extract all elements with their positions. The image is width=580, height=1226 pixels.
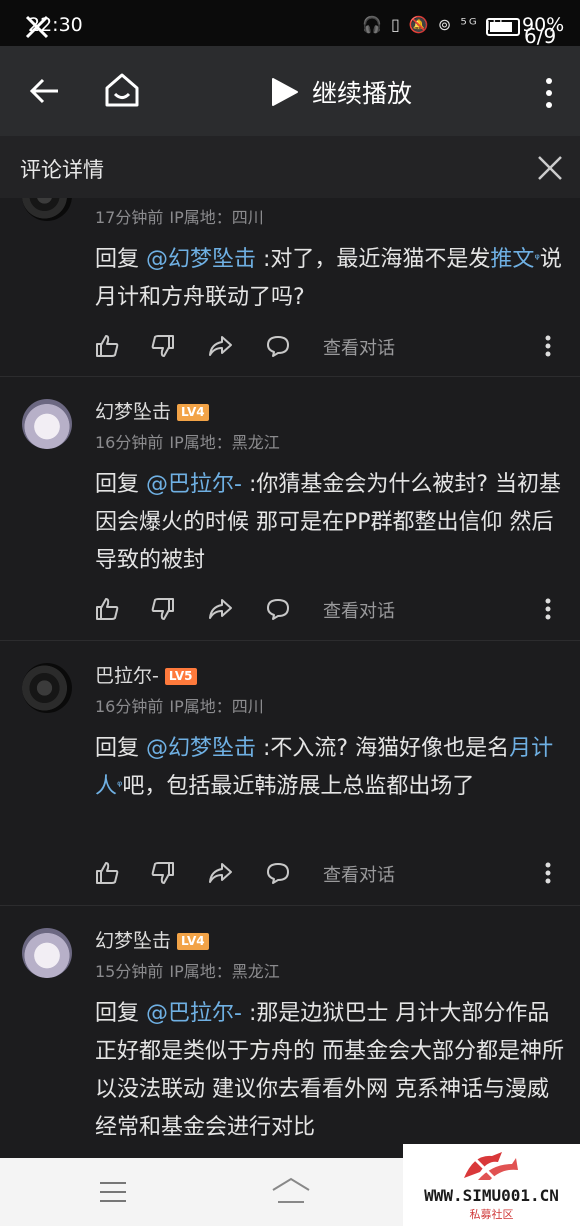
view-conversation-button[interactable]: 查看对话 (323, 334, 395, 360)
avatar[interactable] (22, 663, 72, 713)
comment-meta: 15分钟前 IP属地：黑龙江 (95, 962, 280, 981)
mention-link[interactable]: @巴拉尔- (146, 1001, 242, 1026)
username[interactable]: 幻梦坠击 LV4 (95, 926, 209, 953)
level-badge: LV4 (177, 933, 209, 950)
top-app-bar: 继续播放 (0, 46, 580, 136)
reply-icon[interactable] (265, 860, 291, 886)
watermark-subtitle: 私募社区 (469, 1208, 514, 1221)
mention-link[interactable]: @幻梦坠击 (146, 736, 256, 761)
comment-list[interactable]: 17分钟前 IP属地：四川 回复 @幻梦坠击 :对了，最近海猫不是发推文ᵠ说月计和… (0, 198, 580, 1158)
comment-meta: 16分钟前 IP属地：四川 (95, 697, 264, 716)
page-counter: 6/9 (524, 24, 557, 48)
like-icon[interactable] (94, 596, 120, 622)
comment-body[interactable]: 回复 @巴拉尔- :那是边狱巴士 月计大部分作品正好都是类似于方舟的 而基金会大… (95, 995, 565, 1147)
comment-item: 巴拉尔- LV5 16分钟前 IP属地：四川 回复 @幻梦坠击 :不入流? 海猫好像… (0, 641, 580, 906)
menu-icon[interactable] (98, 1180, 128, 1204)
dislike-icon[interactable] (150, 596, 176, 622)
back-arrow-icon[interactable] (28, 74, 62, 108)
comment-actions: 查看对话 (94, 333, 564, 363)
comment-item: 幻梦坠击 LV4 16分钟前 IP属地：黑龙江 回复 @巴拉尔- :你猜基金会为什么… (0, 377, 580, 641)
more-vertical-icon[interactable] (538, 76, 560, 110)
close-overlay-icon[interactable] (24, 14, 50, 40)
reply-icon[interactable] (265, 333, 291, 359)
avatar[interactable] (22, 198, 72, 221)
comment-item: 17分钟前 IP属地：四川 回复 @幻梦坠击 :对了，最近海猫不是发推文ᵠ说月计和… (0, 198, 580, 377)
home-icon[interactable] (102, 70, 142, 110)
view-conversation-button[interactable]: 查看对话 (323, 861, 395, 887)
username[interactable]: 幻梦坠击 LV4 (95, 397, 209, 424)
play-icon[interactable] (268, 76, 300, 108)
share-icon[interactable] (207, 596, 233, 622)
share-icon[interactable] (207, 860, 233, 886)
dislike-icon[interactable] (150, 333, 176, 359)
comment-detail-header: 评论详情 (0, 136, 580, 198)
comment-actions: 查看对话 (94, 596, 564, 626)
keyword-link[interactable]: 推文 (490, 247, 534, 272)
home-nav-icon[interactable] (270, 1176, 312, 1206)
mention-link[interactable]: @巴拉尔- (146, 472, 242, 497)
battery-icon (486, 18, 520, 36)
comment-body[interactable]: 回复 @幻梦坠击 :对了，最近海猫不是发推文ᵠ说月计和方舟联动了吗? (95, 241, 565, 317)
watermark-logo (464, 1152, 518, 1180)
more-vertical-icon[interactable] (538, 333, 558, 359)
watermark-url: WWW.SIMU001.CN (424, 1186, 559, 1205)
sheet-title: 评论详情 (20, 158, 104, 182)
comment-meta: 16分钟前 IP属地：黑龙江 (95, 433, 280, 452)
avatar[interactable] (22, 928, 72, 978)
share-icon[interactable] (207, 333, 233, 359)
comment-body[interactable]: 回复 @幻梦坠击 :不入流? 海猫好像也是名月计人ᵠ吧，包括最近韩游展上总监都出… (95, 730, 565, 806)
more-vertical-icon[interactable] (538, 596, 558, 622)
comment-item: 幻梦坠击 LV4 15分钟前 IP属地：黑龙江 回复 @巴拉尔- :那是边狱巴士 月… (0, 906, 580, 1158)
watermark: WWW.SIMU001.CN 私募社区 (403, 1144, 580, 1226)
level-badge: LV5 (164, 668, 197, 685)
comment-body[interactable]: 回复 @巴拉尔- :你猜基金会为什么被封? 当初基因会爆火的时候 那可是在PP群… (95, 466, 565, 580)
continue-play-button[interactable]: 继续播放 (312, 74, 412, 110)
avatar[interactable] (22, 399, 72, 449)
comment-actions: 查看对话 (94, 860, 564, 890)
username[interactable]: 巴拉尔- LV5 (95, 661, 197, 688)
level-badge: LV4 (177, 404, 209, 421)
reply-icon[interactable] (265, 596, 291, 622)
like-icon[interactable] (94, 860, 120, 886)
view-conversation-button[interactable]: 查看对话 (323, 597, 395, 623)
more-vertical-icon[interactable] (538, 860, 558, 886)
mention-link[interactable]: @幻梦坠击 (146, 247, 256, 272)
status-bar: 22:30 🎧 ▯ 🔕 ⊚ ⁵ᴳ ıll 90% (0, 0, 580, 46)
comment-meta: 17分钟前 IP属地：四川 (95, 208, 264, 227)
dislike-icon[interactable] (150, 860, 176, 886)
close-icon[interactable] (536, 154, 564, 182)
like-icon[interactable] (94, 333, 120, 359)
status-icons: 🎧 ▯ 🔕 ⊚ ⁵ᴳ ıll (362, 15, 506, 34)
